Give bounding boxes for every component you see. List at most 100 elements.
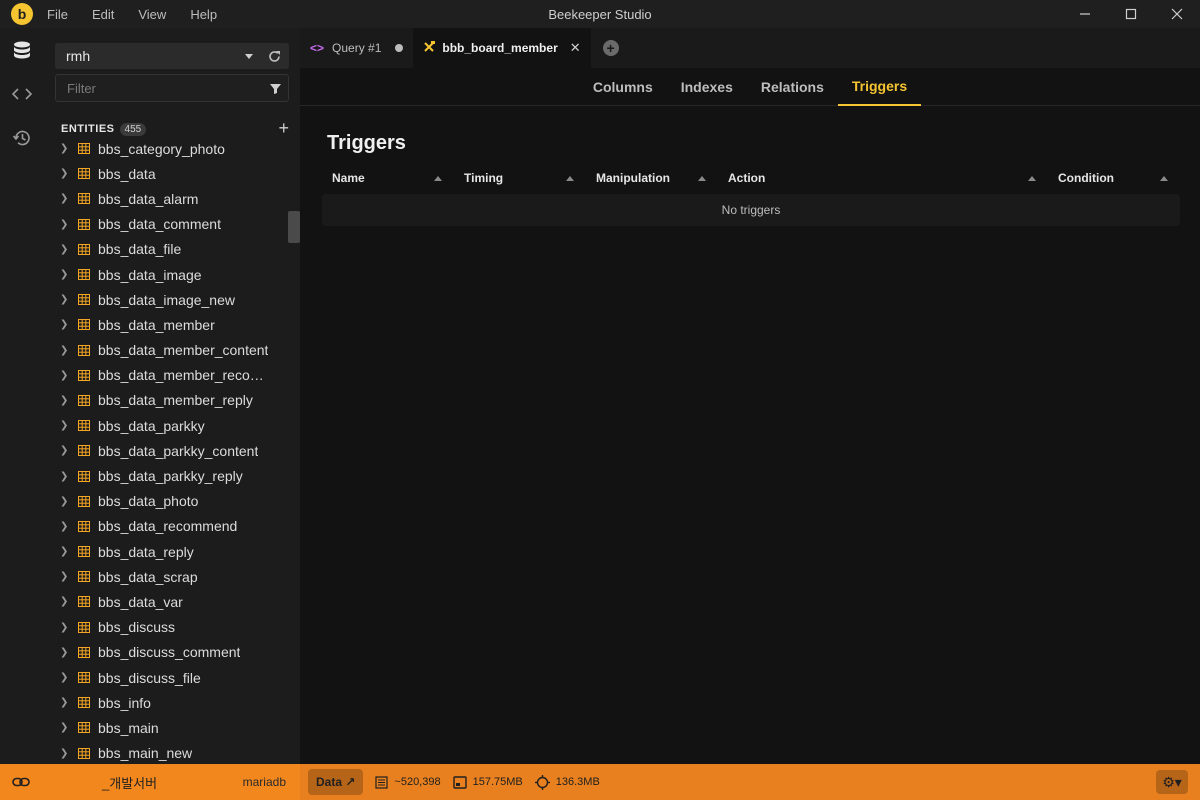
filter-field[interactable] — [55, 74, 289, 102]
chevron-right-icon[interactable]: ❯ — [60, 445, 70, 456]
history-nav-button[interactable] — [0, 116, 44, 160]
chevron-right-icon[interactable]: ❯ — [60, 294, 70, 305]
column-header-timing[interactable]: Timing — [454, 171, 586, 185]
connection-select[interactable]: rmh — [55, 43, 289, 69]
close-tab-icon[interactable]: ✕ — [570, 40, 581, 56]
unsaved-dot-icon[interactable] — [395, 44, 404, 52]
close-window-button[interactable] — [1154, 0, 1200, 28]
entity-list: ❯ bbs_category_photo ❯ bbs_data ❯ bbs_data_al… — [44, 136, 288, 764]
chevron-right-icon[interactable]: ❯ — [60, 496, 70, 507]
tab-query-1[interactable]: <> Query #1 — [300, 28, 413, 68]
column-header-condition[interactable]: Condition — [1048, 171, 1180, 185]
chevron-right-icon[interactable]: ❯ — [60, 420, 70, 431]
entity-list-item[interactable]: ❯ bbs_data_member — [44, 312, 288, 337]
sort-icon[interactable] — [566, 175, 574, 181]
chevron-right-icon[interactable]: ❯ — [60, 345, 70, 356]
entity-name: bbs_data_image_new — [98, 291, 235, 308]
maximize-button[interactable] — [1108, 0, 1154, 28]
filter-input[interactable] — [56, 80, 262, 96]
menu-bar: File Edit View Help — [47, 7, 241, 22]
subtab-relations[interactable]: Relations — [747, 68, 838, 106]
table-icon — [78, 394, 90, 406]
table-icon — [78, 243, 90, 255]
chevron-right-icon[interactable]: ❯ — [60, 471, 70, 482]
chevron-right-icon[interactable]: ❯ — [60, 370, 70, 381]
tab-bar: <> Query #1 bbb_board_member ✕ + — [300, 28, 1200, 68]
add-entity-button[interactable]: + — [278, 119, 289, 137]
chevron-down-icon — [245, 53, 253, 59]
column-header-action[interactable]: Action — [718, 171, 1048, 185]
chevron-right-icon[interactable]: ❯ — [60, 244, 70, 255]
triggers-table-header: Name Timing Manipulation Action Conditio… — [322, 168, 1180, 188]
table-icon — [78, 143, 90, 155]
refresh-button[interactable] — [263, 43, 285, 69]
chevron-right-icon[interactable]: ❯ — [60, 395, 70, 406]
sort-icon[interactable] — [1028, 175, 1036, 181]
tab-bbb-board-member[interactable]: bbb_board_member ✕ — [413, 28, 591, 68]
chevron-right-icon[interactable]: ❯ — [60, 722, 70, 733]
entity-list-item[interactable]: ❯ bbs_data_member_reply — [44, 388, 288, 413]
add-tab-button[interactable]: + — [602, 40, 619, 56]
entity-list-item[interactable]: ❯ bbs_data_comment — [44, 212, 288, 237]
filter-icon[interactable] — [262, 83, 288, 94]
menu-file[interactable]: File — [47, 7, 68, 22]
entity-list-item[interactable]: ❯ bbs_data_alarm — [44, 186, 288, 211]
chevron-right-icon[interactable]: ❯ — [60, 672, 70, 683]
database-nav-button[interactable] — [0, 28, 44, 72]
chevron-right-icon[interactable]: ❯ — [60, 269, 70, 280]
entity-list-item[interactable]: ❯ bbs_data_image_new — [44, 287, 288, 312]
entity-list-item[interactable]: ❯ bbs_category_photo — [44, 136, 288, 161]
entity-list-item[interactable]: ❯ bbs_data_recommend — [44, 514, 288, 539]
entity-list-item[interactable]: ❯ bbs_data_photo — [44, 489, 288, 514]
menu-edit[interactable]: Edit — [92, 7, 114, 22]
chevron-right-icon[interactable]: ❯ — [60, 748, 70, 759]
sort-icon[interactable] — [434, 175, 442, 181]
sort-icon[interactable] — [1160, 175, 1168, 181]
data-button[interactable]: Data ↗ — [308, 769, 364, 795]
menu-view[interactable]: View — [138, 7, 166, 22]
entity-list-item[interactable]: ❯ bbs_data_file — [44, 237, 288, 262]
entity-list-item[interactable]: ❯ bbs_data_image — [44, 262, 288, 287]
column-header-name[interactable]: Name — [322, 171, 454, 185]
column-header-manipulation[interactable]: Manipulation — [586, 171, 718, 185]
settings-button[interactable]: ⚙▾ — [1156, 770, 1188, 794]
chevron-right-icon[interactable]: ❯ — [60, 697, 70, 708]
chevron-right-icon[interactable]: ❯ — [60, 193, 70, 204]
subtab-columns[interactable]: Columns — [579, 68, 667, 106]
entity-list-item[interactable]: ❯ bbs_info — [44, 690, 288, 715]
entity-name: bbs_data_alarm — [98, 190, 199, 207]
sidebar-scrollbar[interactable] — [288, 211, 300, 243]
chevron-right-icon[interactable]: ❯ — [60, 521, 70, 532]
sort-icon[interactable] — [698, 175, 706, 181]
entity-name: bbs_category_photo — [98, 140, 225, 157]
chevron-right-icon[interactable]: ❯ — [60, 596, 70, 607]
menu-help[interactable]: Help — [190, 7, 217, 22]
entity-list-item[interactable]: ❯ bbs_data_var — [44, 589, 288, 614]
chevron-right-icon[interactable]: ❯ — [60, 647, 70, 658]
entity-list-item[interactable]: ❯ bbs_discuss_comment — [44, 640, 288, 665]
entity-list-item[interactable]: ❯ bbs_main — [44, 715, 288, 740]
connection-status[interactable]: _개발서버 mariadb — [0, 764, 300, 800]
chevron-right-icon[interactable]: ❯ — [60, 622, 70, 633]
entity-list-item[interactable]: ❯ bbs_discuss_file — [44, 665, 288, 690]
entity-list-item[interactable]: ❯ bbs_data_reply — [44, 539, 288, 564]
entity-list-item[interactable]: ❯ bbs_data — [44, 161, 288, 186]
subtab-indexes[interactable]: Indexes — [667, 68, 747, 106]
entity-list-item[interactable]: ❯ bbs_data_scrap — [44, 564, 288, 589]
chevron-right-icon[interactable]: ❯ — [60, 219, 70, 230]
entity-list-item[interactable]: ❯ bbs_discuss — [44, 615, 288, 640]
entity-list-item[interactable]: ❯ bbs_main_new — [44, 741, 288, 765]
entity-list-item[interactable]: ❯ bbs_data_parkky_content — [44, 438, 288, 463]
chevron-right-icon[interactable]: ❯ — [60, 571, 70, 582]
chevron-right-icon[interactable]: ❯ — [60, 168, 70, 179]
minimize-button[interactable] — [1062, 0, 1108, 28]
query-nav-button[interactable] — [0, 72, 44, 116]
chevron-right-icon[interactable]: ❯ — [60, 319, 70, 330]
entity-list-item[interactable]: ❯ bbs_data_member_recom... — [44, 363, 288, 388]
chevron-right-icon[interactable]: ❯ — [60, 546, 70, 557]
chevron-right-icon[interactable]: ❯ — [60, 143, 70, 154]
entity-list-item[interactable]: ❯ bbs_data_parkky — [44, 413, 288, 438]
entity-list-item[interactable]: ❯ bbs_data_member_content — [44, 338, 288, 363]
entity-list-item[interactable]: ❯ bbs_data_parkky_reply — [44, 463, 288, 488]
subtab-triggers[interactable]: Triggers — [837, 68, 922, 106]
